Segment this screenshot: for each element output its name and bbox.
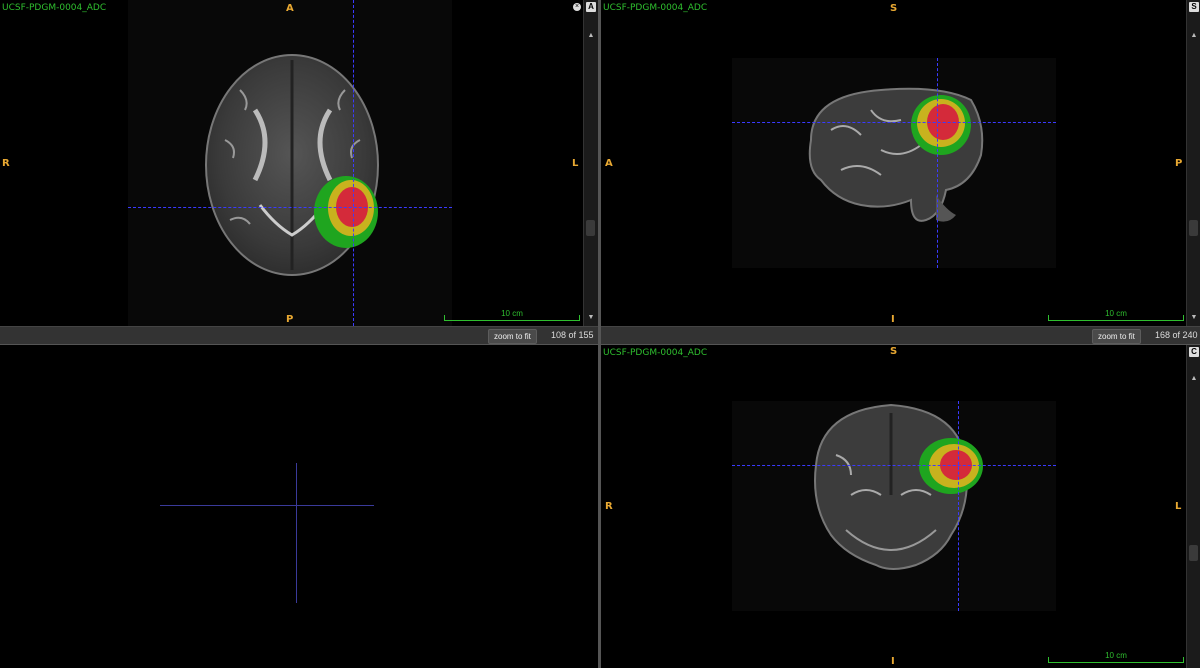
sagittal-crosshair-horizontal — [732, 122, 1056, 123]
sagittal-zoom-to-fit-button[interactable]: zoom to fit — [1092, 329, 1141, 344]
axial-status-bar: zoom to fit 108 of 155 — [0, 326, 598, 345]
axial-orient-bottom: P — [286, 314, 294, 325]
sagittal-orient-left: A — [605, 158, 613, 169]
sagittal-scrollbar[interactable]: S ▲ ▼ — [1186, 0, 1200, 326]
sagittal-orient-top: S — [890, 3, 898, 14]
coronal-scrollbar[interactable]: C ▲ — [1186, 345, 1200, 668]
axial-series-label: UCSF-PDGM-0004_ADC — [2, 3, 107, 13]
axial-orient-top: A — [286, 3, 294, 14]
coronal-scroll-up-icon[interactable]: ▲ — [1187, 373, 1200, 385]
axial-crosshair-horizontal — [128, 207, 452, 208]
coronal-crosshair-vertical — [958, 401, 959, 611]
coronal-scale-bar: 10 cm — [1048, 651, 1184, 663]
axial-scroll-thumb[interactable] — [586, 220, 595, 236]
sagittal-orient-bottom: I — [891, 314, 895, 325]
axial-scroll-up-icon[interactable]: ▲ — [584, 30, 598, 42]
coronal-orient-top: S — [890, 346, 898, 357]
axial-crosshair-vertical — [353, 0, 354, 326]
sagittal-scroll-up-icon[interactable]: ▲ — [1187, 30, 1200, 42]
3d-viewer[interactable] — [0, 345, 598, 668]
axial-scroll-down-icon[interactable]: ▼ — [584, 312, 598, 324]
axial-close-icon[interactable]: × — [573, 3, 581, 11]
sagittal-slice-indicator: 168 of 240 — [1155, 330, 1198, 340]
sagittal-scale-label: 10 cm — [1105, 309, 1127, 318]
sagittal-series-label: UCSF-PDGM-0004_ADC — [603, 3, 708, 13]
coronal-view-button[interactable]: C — [1189, 347, 1199, 357]
3d-axis-vertical — [296, 463, 297, 603]
coronal-crosshair-horizontal — [732, 465, 1056, 466]
axial-scale-bar: 10 cm — [444, 309, 580, 321]
axial-zoom-to-fit-button[interactable]: zoom to fit — [488, 329, 537, 344]
sagittal-orient-right: P — [1175, 158, 1183, 169]
axial-scrollbar[interactable]: A ▲ ▼ — [583, 0, 598, 326]
sagittal-view-button[interactable]: S — [1189, 2, 1199, 12]
coronal-scale-label: 10 cm — [1105, 651, 1127, 660]
sagittal-brain-slice — [808, 87, 984, 222]
axial-scale-label: 10 cm — [501, 309, 523, 318]
sagittal-viewer[interactable]: UCSF-PDGM-0004_ADC S I A P 10 cm — [601, 0, 1186, 326]
sagittal-scroll-down-icon[interactable]: ▼ — [1187, 312, 1200, 324]
coronal-series-label: UCSF-PDGM-0004_ADC — [603, 348, 708, 358]
pane-divider-vertical[interactable] — [598, 0, 601, 668]
axial-slice-indicator: 108 of 155 — [551, 330, 594, 340]
coronal-orient-right: L — [1175, 501, 1182, 512]
axial-view-button[interactable]: A — [586, 2, 596, 12]
axial-orient-right: L — [572, 158, 579, 169]
coronal-viewer[interactable]: UCSF-PDGM-0004_ADC S I R L 10 cm — [601, 345, 1186, 668]
sagittal-scale-bar: 10 cm — [1048, 309, 1184, 321]
coronal-orient-left: R — [605, 501, 613, 512]
sagittal-scroll-thumb[interactable] — [1189, 220, 1198, 236]
pane-divider-horizontal[interactable] — [0, 344, 1200, 345]
coronal-brain-slice — [814, 403, 983, 570]
coronal-scroll-thumb[interactable] — [1189, 545, 1198, 561]
sagittal-status-bar: zoom to fit 168 of 240 — [601, 326, 1200, 345]
coronal-orient-bottom: I — [891, 656, 895, 667]
axial-orient-left: R — [2, 158, 10, 169]
sagittal-crosshair-vertical — [937, 58, 938, 268]
axial-brain-slice — [205, 54, 379, 276]
axial-viewer[interactable]: UCSF-PDGM-0004_ADC A P R L × 10 cm — [0, 0, 583, 326]
3d-axis-horizontal — [160, 505, 374, 506]
